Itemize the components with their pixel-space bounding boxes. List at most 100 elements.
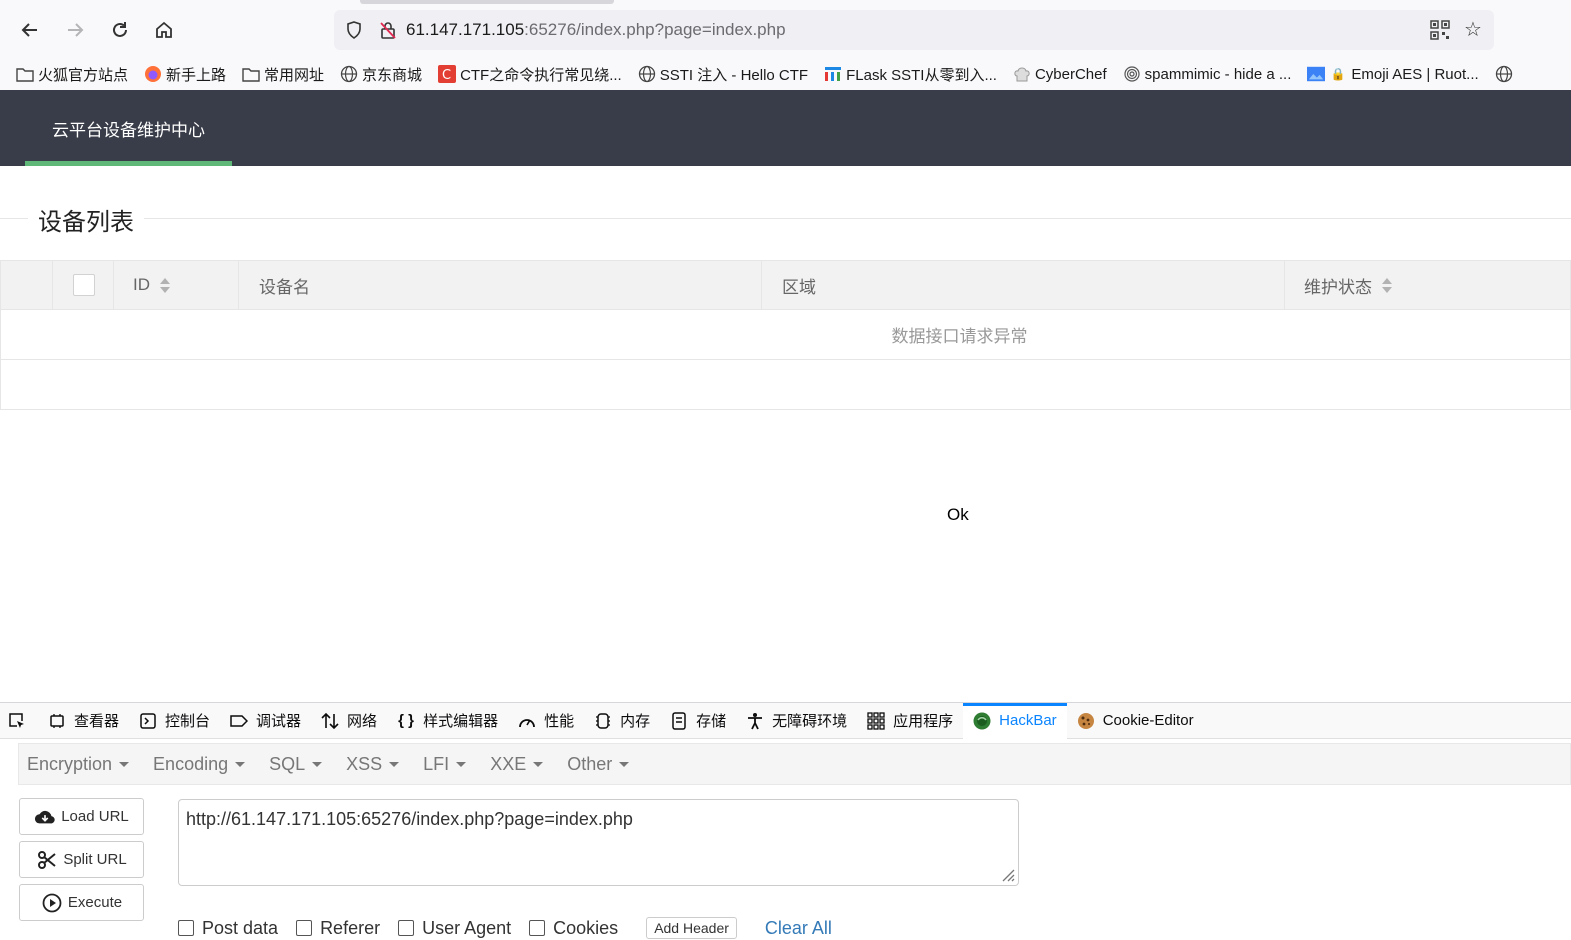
cookies-option[interactable]: Cookies bbox=[529, 918, 618, 939]
gauge-icon bbox=[518, 712, 536, 730]
globe-icon bbox=[340, 65, 358, 83]
url-path: :65276/index.php?page=index.php bbox=[524, 20, 786, 39]
user-agent-checkbox[interactable] bbox=[398, 920, 415, 936]
qr-code-icon[interactable] bbox=[1430, 20, 1450, 40]
bookmark-label: 新手上路 bbox=[166, 66, 227, 84]
bookmark-item[interactable]: SSTI 注入 - Hello CTF bbox=[638, 64, 808, 85]
cookie-icon bbox=[1077, 712, 1095, 730]
tab-style-editor[interactable]: { } 样式编辑器 bbox=[387, 703, 508, 739]
firefox-icon bbox=[144, 65, 162, 83]
tab-accessibility[interactable]: 无障碍环境 bbox=[736, 703, 857, 739]
tab-memory[interactable]: 内存 bbox=[584, 703, 660, 739]
tab-application[interactable]: 应用程序 bbox=[857, 703, 963, 739]
table-row bbox=[0, 360, 1571, 410]
tab-network[interactable]: 网络 bbox=[311, 703, 387, 739]
bookmark-item[interactable]: C CTF之命令执行常见绕... bbox=[438, 64, 622, 85]
column-status[interactable]: 维护状态 bbox=[1284, 261, 1570, 309]
bookmark-label: SSTI 注入 - Hello CTF bbox=[659, 66, 809, 84]
menu-xxe[interactable]: XXE bbox=[482, 754, 551, 775]
split-url-button[interactable]: Split URL bbox=[19, 841, 144, 878]
hackbar-icon bbox=[973, 712, 991, 730]
bookmark-label: CyberChef bbox=[1034, 65, 1107, 83]
braces-icon: { } bbox=[398, 712, 414, 729]
bookmark-item[interactable]: 常用网址 bbox=[242, 64, 324, 85]
tab-label: 应用程序 bbox=[893, 713, 954, 730]
column-label: ID bbox=[133, 275, 150, 294]
fingerprint-icon bbox=[1123, 65, 1141, 83]
reload-icon[interactable] bbox=[106, 16, 134, 44]
add-header-button[interactable]: Add Header bbox=[646, 917, 737, 939]
resize-grip-icon[interactable] bbox=[999, 866, 1015, 882]
svg-text:C: C bbox=[442, 68, 451, 83]
bookmark-item[interactable]: spammimic - hide a ... bbox=[1123, 65, 1291, 83]
column-id[interactable]: ID bbox=[113, 261, 239, 309]
post-data-checkbox[interactable] bbox=[178, 920, 194, 936]
bookmark-item[interactable]: 火狐官方站点 bbox=[16, 64, 128, 85]
menu-label: Other bbox=[567, 753, 613, 774]
bookmark-item[interactable] bbox=[1495, 65, 1517, 83]
cookies-checkbox[interactable] bbox=[529, 920, 546, 936]
post-data-option[interactable]: Post data bbox=[178, 918, 278, 939]
back-icon[interactable] bbox=[16, 16, 44, 44]
tab-performance[interactable]: 性能 bbox=[508, 703, 584, 739]
tab-label: 内存 bbox=[620, 713, 651, 730]
insecure-lock-icon[interactable] bbox=[378, 20, 398, 40]
caret-down-icon bbox=[619, 761, 630, 767]
forward-icon[interactable] bbox=[61, 16, 89, 44]
bookmark-item[interactable]: CyberChef bbox=[1013, 65, 1107, 83]
tab-hackbar[interactable]: HackBar bbox=[963, 702, 1067, 739]
caret-down-icon bbox=[312, 761, 323, 767]
menu-encoding[interactable]: Encoding bbox=[145, 754, 253, 775]
option-label: Referer bbox=[320, 917, 381, 938]
shield-icon[interactable] bbox=[344, 20, 364, 40]
bookmark-item[interactable]: FLask SSTI从零到入... bbox=[824, 64, 997, 85]
menu-encryption[interactable]: Encryption bbox=[19, 754, 137, 775]
home-icon[interactable] bbox=[150, 16, 178, 44]
hackbar-url-textarea[interactable]: http://61.147.171.105:65276/index.php?pa… bbox=[178, 799, 1019, 886]
url-text[interactable]: 61.147.171.105:65276/index.php?page=inde… bbox=[406, 20, 786, 40]
bookmark-item[interactable]: 🔒 Emoji AES | Ruot... bbox=[1307, 65, 1479, 83]
sort-icon[interactable] bbox=[1382, 277, 1392, 293]
hackbar-menu: Encryption Encoding SQL XSS LFI XXE Othe… bbox=[18, 743, 1571, 785]
element-picker[interactable] bbox=[0, 703, 38, 739]
nav-active-indicator bbox=[25, 161, 232, 166]
tab-debugger[interactable]: 调试器 bbox=[220, 703, 311, 739]
menu-other[interactable]: Other bbox=[559, 754, 637, 775]
menu-label: Encryption bbox=[27, 753, 113, 774]
menu-lfi[interactable]: LFI bbox=[415, 754, 474, 775]
sort-icon[interactable] bbox=[160, 277, 170, 293]
tab-console[interactable]: 控制台 bbox=[129, 703, 220, 739]
nav-brand-link[interactable]: 云平台设备维护中心 bbox=[25, 90, 232, 166]
tab-inspector[interactable]: 查看器 bbox=[38, 703, 129, 739]
url-host: 61.147.171.105 bbox=[406, 20, 525, 39]
menu-sql[interactable]: SQL bbox=[261, 754, 330, 775]
tab-cookie-editor[interactable]: Cookie-Editor bbox=[1067, 703, 1204, 739]
csdn-icon: C bbox=[438, 65, 457, 83]
referer-option[interactable]: Referer bbox=[296, 918, 380, 939]
tab-storage[interactable]: 存储 bbox=[660, 703, 736, 739]
table-row: 数据接口请求异常 bbox=[0, 310, 1571, 360]
response-text: Ok bbox=[947, 505, 969, 524]
column-label: 设备名 bbox=[259, 277, 310, 297]
option-label: User Agent bbox=[422, 917, 512, 938]
bookmark-item[interactable]: 新手上路 bbox=[144, 64, 226, 85]
bookmark-label: 京东商城 bbox=[362, 66, 423, 84]
column-label: 维护状态 bbox=[1304, 277, 1372, 297]
load-url-button[interactable]: Load URL bbox=[19, 798, 144, 835]
menu-xss[interactable]: XSS bbox=[338, 754, 407, 775]
bookmark-star-icon[interactable]: ☆ bbox=[1462, 19, 1484, 41]
chef-hat-icon bbox=[1013, 65, 1031, 83]
clear-all-link[interactable]: Clear All bbox=[765, 918, 832, 939]
bookmark-item[interactable]: 京东商城 bbox=[340, 64, 422, 85]
user-agent-option[interactable]: User Agent bbox=[398, 918, 511, 939]
execute-button[interactable]: Execute bbox=[19, 884, 144, 921]
play-circle-icon bbox=[41, 892, 63, 914]
debugger-icon bbox=[230, 712, 249, 730]
url-bar[interactable]: 61.147.171.105:65276/index.php?page=inde… bbox=[334, 10, 1494, 50]
bookmarks-bar: 火狐官方站点 新手上路 常用网址 京东商城 C CTF之命令执行常见绕... S… bbox=[0, 58, 1571, 90]
tab-label: 控制台 bbox=[165, 713, 211, 730]
select-all-checkbox[interactable] bbox=[72, 274, 95, 296]
referer-checkbox[interactable] bbox=[296, 920, 313, 936]
memory-chip-icon bbox=[594, 712, 612, 730]
section-title: 设备列表 bbox=[0, 196, 1571, 240]
